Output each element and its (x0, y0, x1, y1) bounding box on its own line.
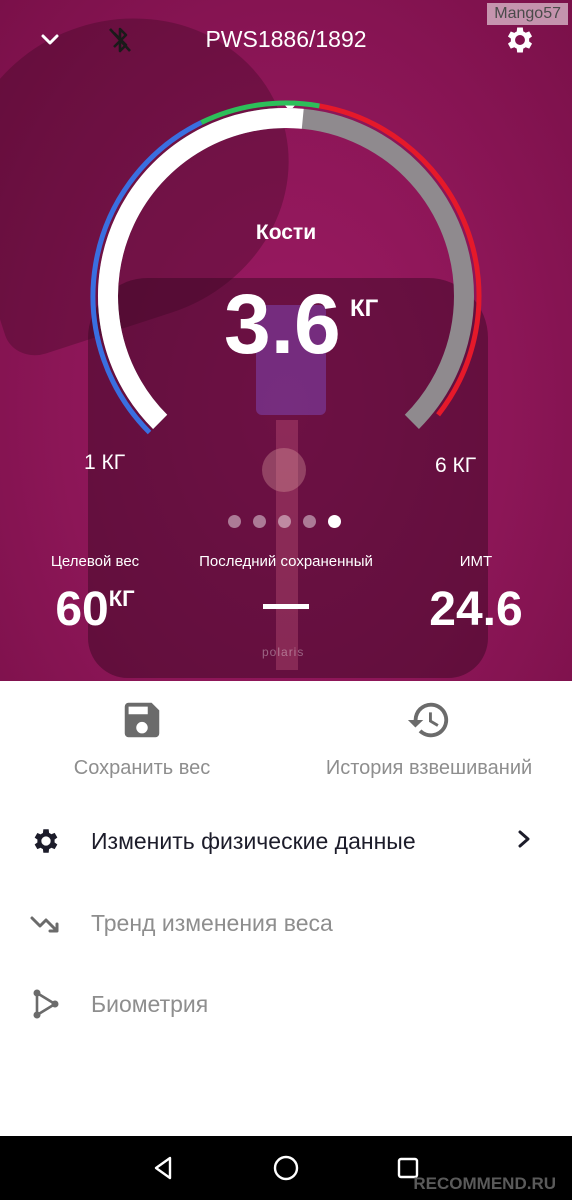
page-dot[interactable] (328, 515, 341, 528)
page-dot[interactable] (278, 515, 291, 528)
weight-trend-label: Тренд изменения веса (91, 909, 333, 936)
trend-down-icon (28, 905, 64, 941)
biometry-label: Биометрия (91, 990, 209, 1017)
last-saved-stat: Последний сохраненный (196, 553, 376, 609)
device-title: PWS1886/1892 (205, 26, 367, 52)
gauge-min-label: 1 КГ (84, 451, 126, 474)
weight-trend-item[interactable]: Тренд изменения веса (0, 893, 572, 953)
history-icon (306, 697, 552, 743)
bmi-stat: ИМТ 24.6 (416, 553, 536, 634)
hero-panel: polaris Mango57 PWS1886/1892 Кости 3.6 К… (0, 0, 572, 681)
chevron-right-icon (514, 828, 534, 855)
metric-unit: КГ (350, 295, 379, 322)
edit-physical-data-label: Изменить физические данные (91, 827, 416, 854)
weighing-history-label: История взвешиваний (325, 757, 533, 779)
target-weight-label: Целевой вес (50, 553, 140, 570)
page-dot[interactable] (253, 515, 266, 528)
biometry-icon (28, 986, 64, 1022)
home-icon[interactable] (268, 1150, 304, 1186)
last-saved-label: Последний сохраненный (199, 553, 373, 570)
target-weight-stat: Целевой вес 60КГ (40, 553, 150, 634)
gear-icon (28, 823, 64, 859)
page-indicator[interactable] (228, 515, 341, 528)
save-weight-button[interactable]: Сохранить вес (52, 697, 232, 780)
metric-value: 3.6 (224, 277, 341, 371)
quick-actions: Сохранить вес История взвешиваний (0, 681, 572, 801)
weighing-history-button[interactable]: История взвешиваний (306, 697, 552, 780)
target-weight-value: 60КГ (40, 586, 150, 634)
scale-brand-logo: polaris (262, 645, 305, 659)
bmi-value: 24.6 (429, 583, 523, 636)
back-icon[interactable] (146, 1150, 182, 1186)
last-saved-value (263, 604, 309, 609)
gear-icon[interactable] (502, 22, 538, 58)
gauge-max-label: 6 КГ (435, 454, 477, 477)
biometry-item[interactable]: Биометрия (0, 974, 572, 1034)
target-weight-number: 60 (55, 583, 109, 636)
edit-physical-data-item[interactable]: Изменить физические данные (0, 811, 572, 871)
metric-name: Кости (255, 221, 317, 244)
target-weight-unit: КГ (108, 586, 135, 611)
footer-brand: RECOMMEND.RU (413, 1174, 556, 1193)
gauge-fill (98, 108, 304, 429)
bmi-label: ИМТ (459, 553, 493, 570)
save-icon (52, 697, 232, 743)
page-dot[interactable] (228, 515, 241, 528)
page-dot[interactable] (303, 515, 316, 528)
save-weight-label: Сохранить вес (73, 757, 211, 779)
